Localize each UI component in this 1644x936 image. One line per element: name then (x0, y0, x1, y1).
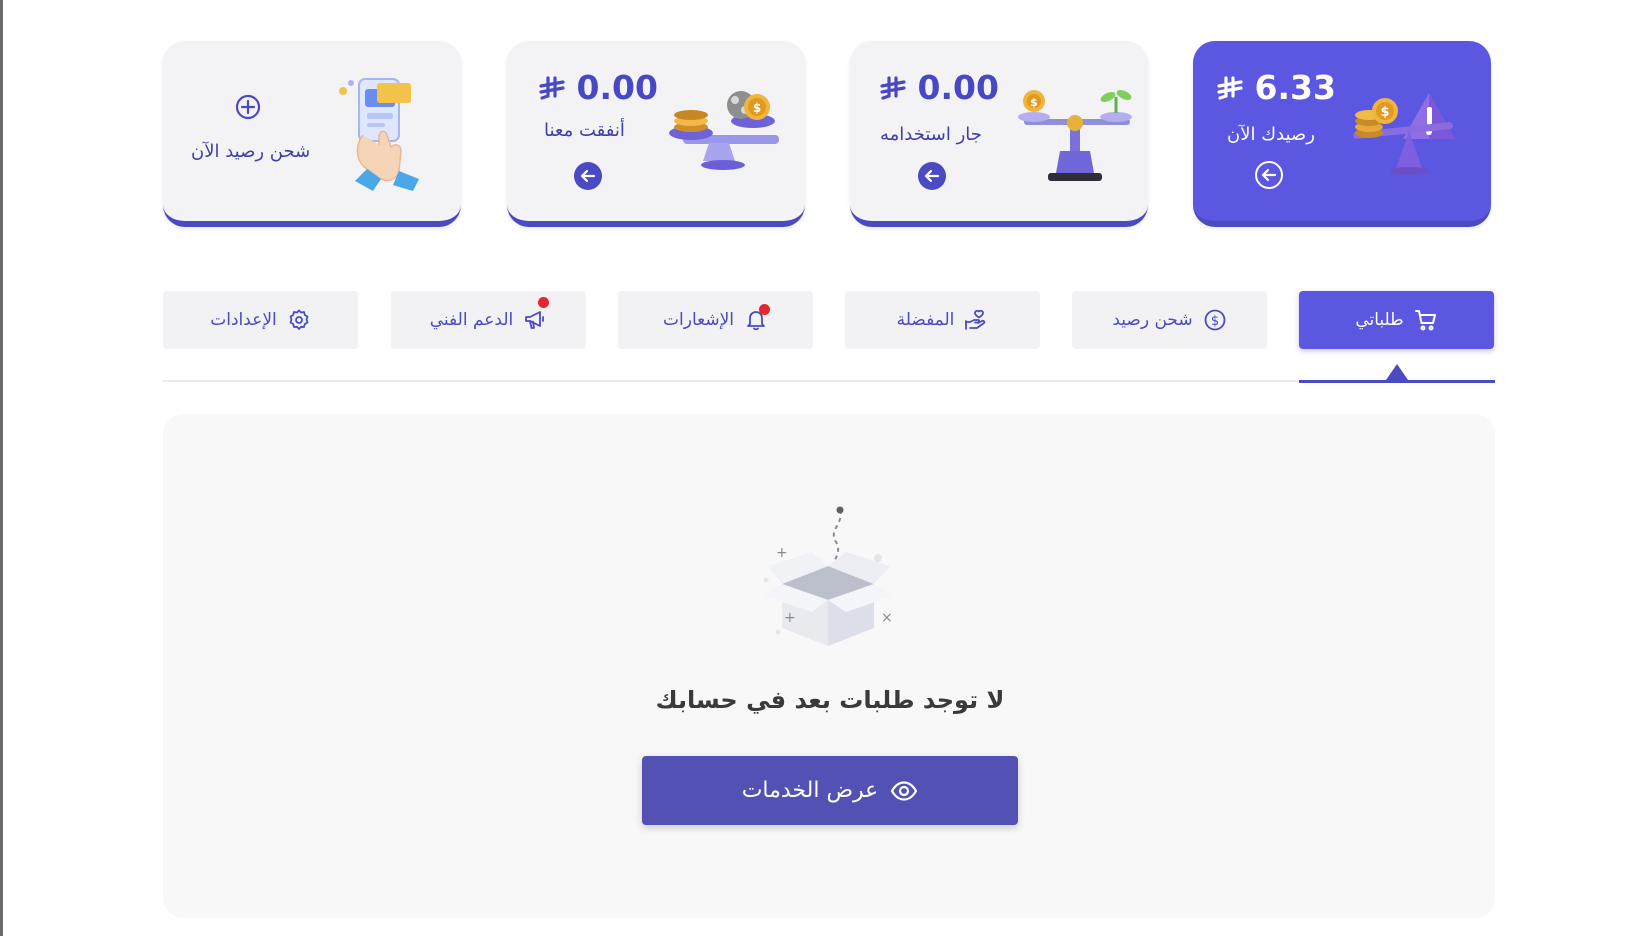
plus-circle-icon[interactable] (235, 94, 261, 120)
tab-settings-label: الإعدادات (210, 310, 277, 330)
orders-panel (163, 414, 1495, 918)
svg-text:+: + (784, 610, 796, 626)
notification-badge (759, 304, 770, 315)
in-use-card[interactable]: $ 0.00 جار استخدامه (850, 41, 1148, 227)
support-badge (538, 297, 549, 308)
tab-support-label: الدعم الفني (429, 310, 514, 330)
in-use-amount: 0.00 (880, 68, 999, 107)
top-up-label: شحن رصيد الآن (191, 141, 311, 162)
tab-my-orders[interactable]: طلباتي (1299, 291, 1494, 349)
spent-label: أنفقت معنا (544, 120, 625, 141)
svg-text:+: + (776, 545, 788, 561)
top-up-card[interactable]: شحن رصيد الآن (163, 41, 461, 227)
riyal-sign-icon (539, 76, 565, 100)
riyal-sign-icon (880, 76, 906, 100)
in-use-label: جار استخدامه (880, 124, 982, 145)
view-services-label: عرض الخدمات (741, 778, 879, 803)
tab-divider (163, 380, 1495, 382)
balance-card[interactable]: $ 6.33 رصيدك الآن (1193, 41, 1491, 227)
tab-notifications-label: الإشعارات (663, 310, 734, 330)
tab-notifications[interactable]: الإشعارات (618, 291, 813, 349)
hand-heart-icon (964, 308, 988, 332)
spent-card[interactable]: $ 0.00 أنفقت معنا (507, 41, 805, 227)
scale-plant-icon: $ (1018, 90, 1132, 181)
in-use-arrow-button[interactable] (918, 162, 946, 190)
active-tab-indicator (1299, 380, 1495, 383)
empty-state-message: لا توجد طلبات بعد في حسابك (655, 686, 1005, 714)
balance-scale-warning-icon: $ (1353, 93, 1455, 175)
riyal-sign-icon (1217, 76, 1243, 100)
tab-top-up[interactable]: $ شحن رصيد (1072, 291, 1267, 349)
tab-favorites-label: المفضلة (896, 310, 955, 330)
gear-icon (287, 308, 311, 332)
eye-icon (890, 780, 918, 802)
svg-text:×: × (881, 610, 893, 626)
active-tab-pointer (1386, 364, 1408, 380)
view-services-button[interactable]: عرض الخدمات (642, 756, 1018, 825)
arrow-left-icon (1261, 168, 1277, 182)
spent-arrow-button[interactable] (574, 162, 602, 190)
arrow-left-icon (580, 169, 596, 183)
tab-favorites[interactable]: المفضلة (845, 291, 1040, 349)
coins-scale-icon: $ (669, 91, 779, 170)
tab-top-up-label: شحن رصيد (1112, 310, 1193, 330)
cart-icon (1414, 308, 1438, 332)
megaphone-icon (523, 308, 547, 332)
phone-payment-hand-icon (339, 78, 419, 191)
balance-label: رصيدك الآن (1227, 124, 1315, 145)
window-edge (0, 0, 3, 936)
svg-text:$: $ (1380, 105, 1389, 120)
balance-arrow-button[interactable] (1255, 161, 1283, 189)
svg-text:$: $ (753, 101, 761, 115)
spent-amount: 0.00 (539, 68, 658, 107)
svg-text:$: $ (1211, 314, 1219, 329)
dollar-circle-icon: $ (1203, 308, 1227, 332)
empty-box-icon: + + × (763, 506, 893, 646)
arrow-left-icon (924, 169, 940, 183)
tab-support[interactable]: الدعم الفني (391, 291, 586, 349)
balance-amount: 6.33 (1217, 68, 1336, 107)
svg-text:$: $ (1030, 96, 1038, 109)
tab-settings[interactable]: الإعدادات (163, 291, 358, 349)
tab-my-orders-label: طلباتي (1355, 310, 1404, 330)
